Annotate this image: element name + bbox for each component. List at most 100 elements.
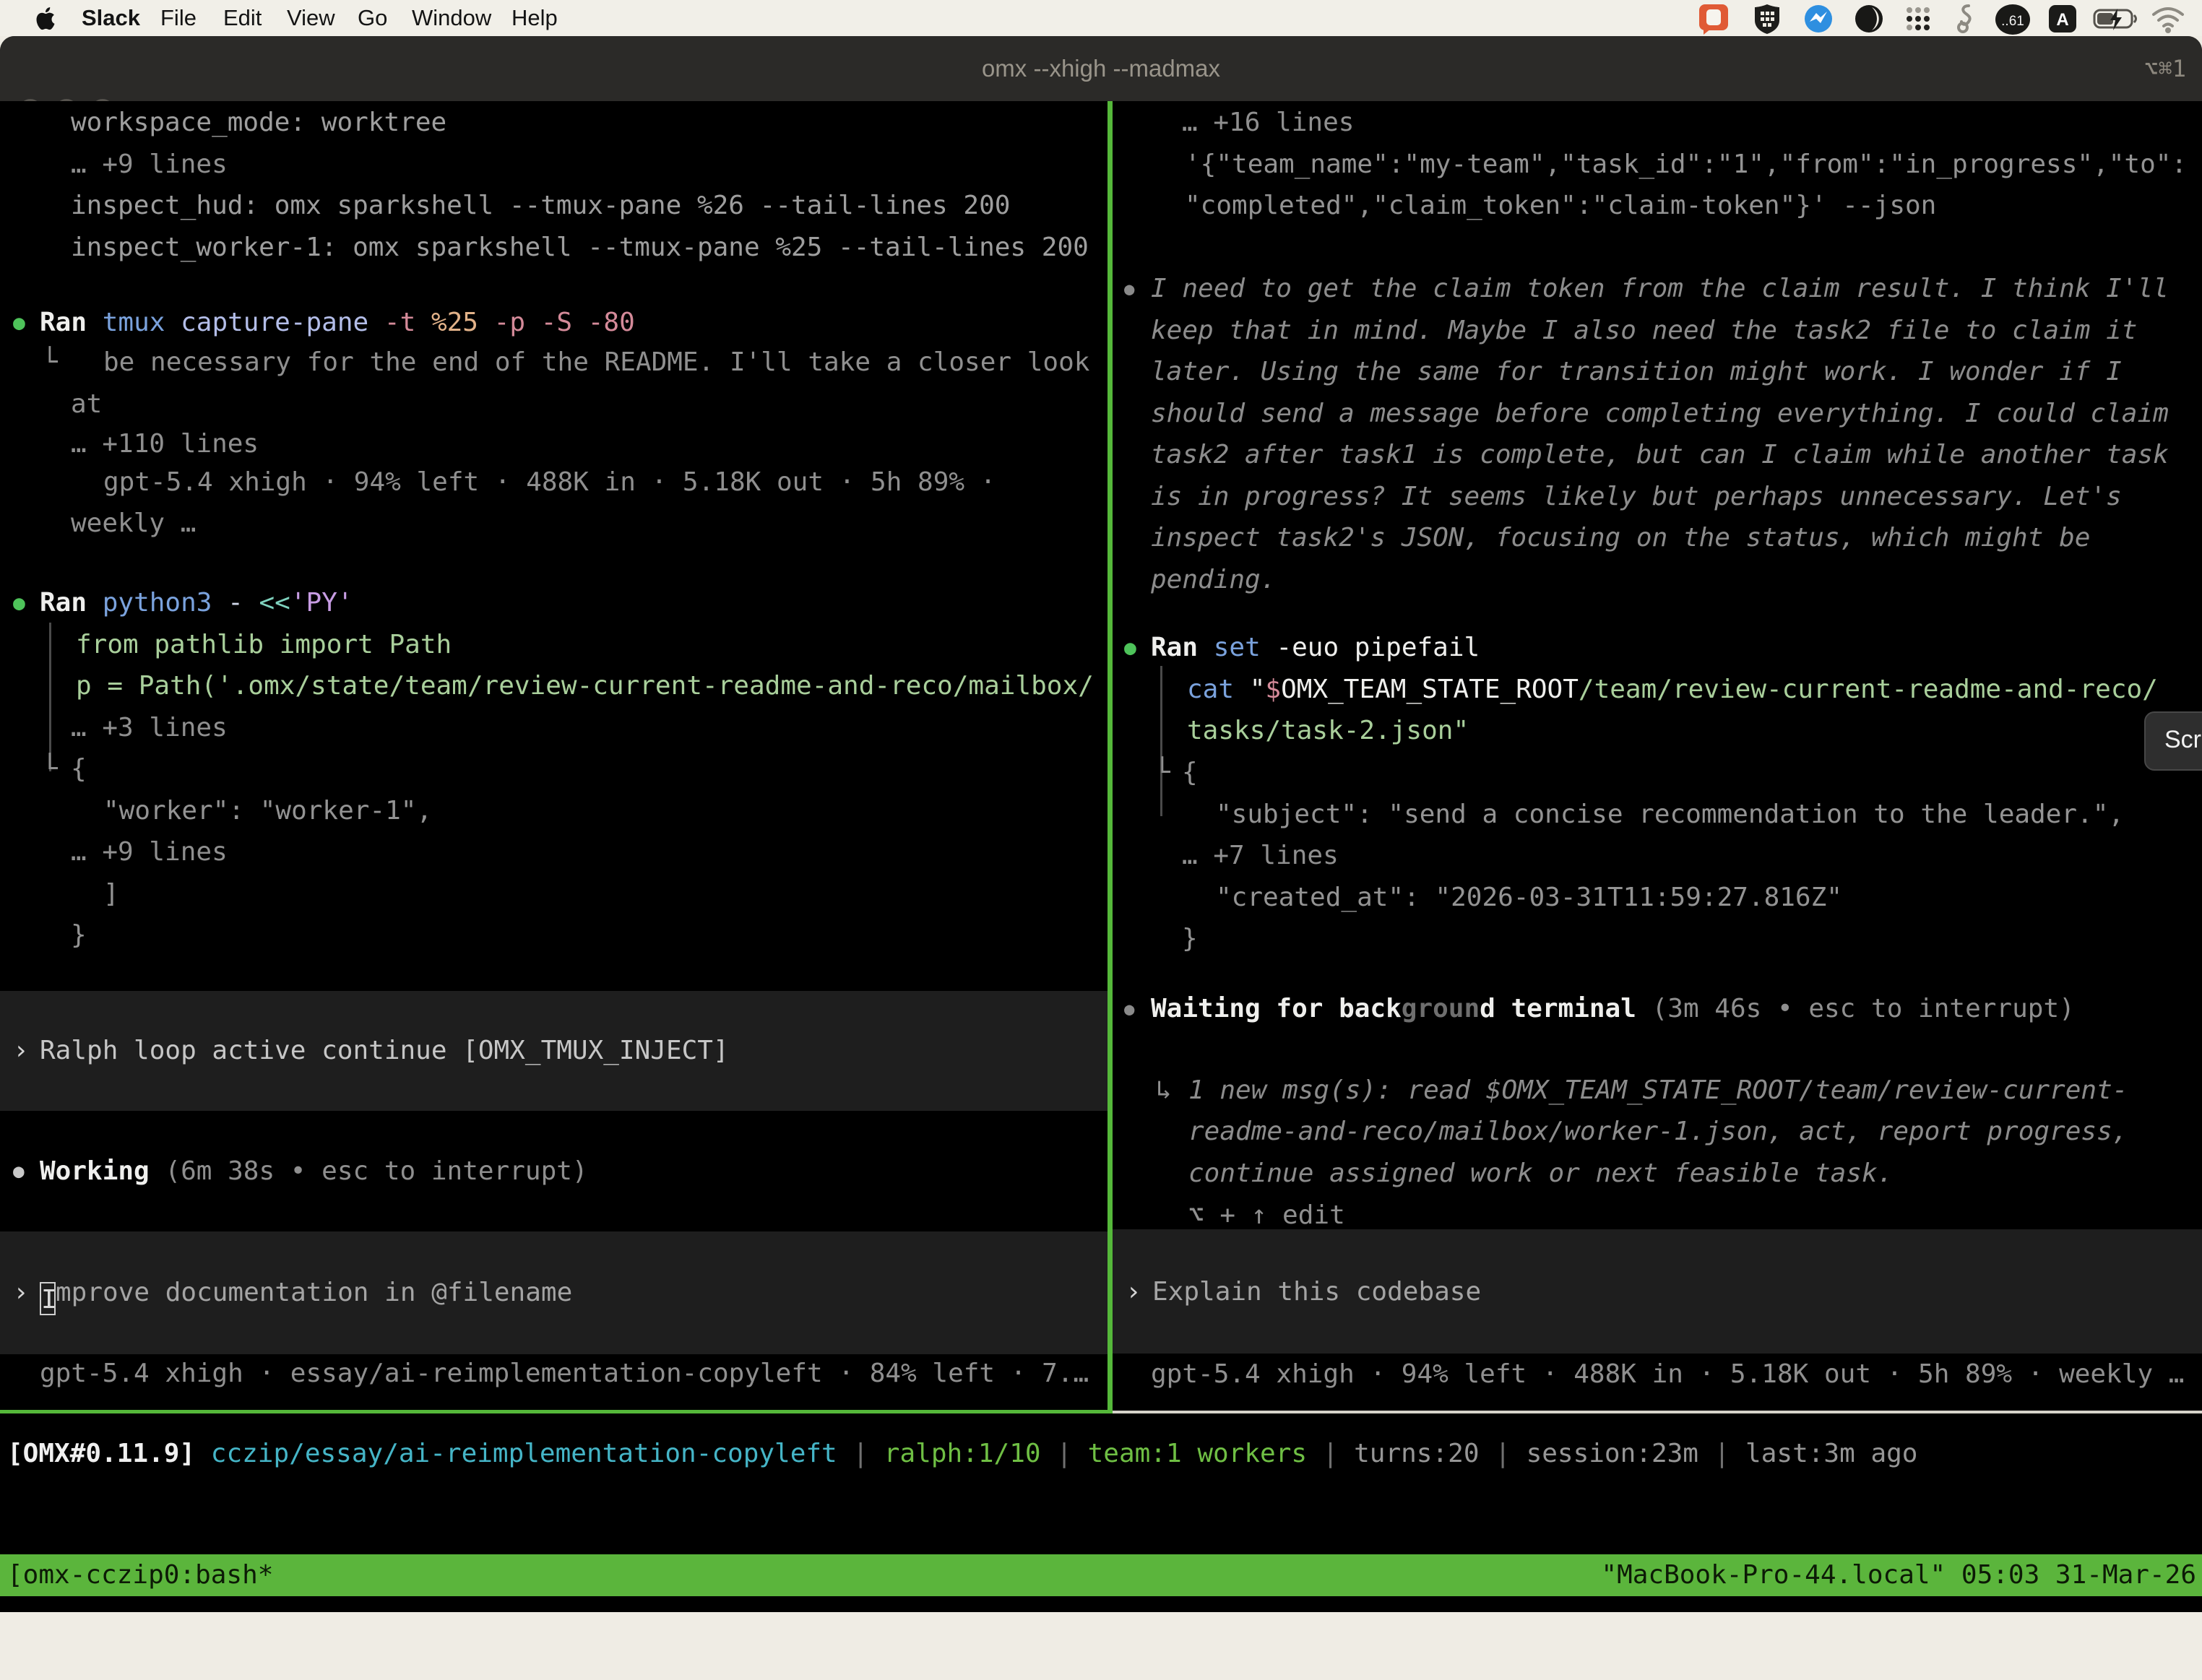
ran-tmux-line: ●Ran tmux capture-pane -t %25 -p -S -80 bbox=[0, 302, 1108, 344]
menu-bar: Slack File Edit View Go Window Help ..61… bbox=[0, 0, 2202, 36]
mailbox-msg-line: continue assigned work or next feasible … bbox=[1113, 1153, 2202, 1195]
status-bullet-icon: ● bbox=[13, 1151, 25, 1192]
run-bullet-icon: ● bbox=[13, 582, 25, 624]
code-line: tasks/task-2.json" bbox=[1113, 710, 2202, 752]
keyboard-a-icon[interactable]: A bbox=[2047, 3, 2078, 38]
screenshot-app-icon[interactable] bbox=[1698, 3, 1730, 38]
prompt-chevron: › bbox=[1126, 1271, 1141, 1313]
gauge-61-icon[interactable]: ..61 bbox=[1994, 3, 2032, 39]
pane-border-bottom-left bbox=[0, 1410, 1113, 1413]
terminal-line: "worker": "worker-1", bbox=[0, 790, 1108, 832]
terminal-line: inspect_hud: omx sparkshell --tmux-pane … bbox=[0, 185, 1108, 227]
hud-team: team:1 workers bbox=[1088, 1439, 1307, 1468]
omx-version: [OMX#0.11.9] bbox=[7, 1439, 195, 1468]
prompt-chevron: › bbox=[13, 1272, 29, 1314]
terminal-line: inspect_worker-1: omx sparkshell --tmux-… bbox=[0, 227, 1108, 269]
menu-go[interactable]: Go bbox=[358, 0, 387, 36]
hud-turns: turns:20 bbox=[1354, 1439, 1479, 1468]
terminal-line: } bbox=[0, 914, 1108, 956]
menu-help[interactable]: Help bbox=[511, 0, 558, 36]
code-line: cat "$OMX_TEAM_STATE_ROOT/team/review-cu… bbox=[1113, 669, 2202, 711]
window-title: omx --xhigh --madmax bbox=[0, 36, 2202, 101]
hud-session: session:23m bbox=[1527, 1439, 1698, 1468]
terminal-line: … +3 lines bbox=[0, 707, 1108, 749]
model-status-line: gpt-5.4 xhigh · 94% left · 488K in · 5.1… bbox=[1113, 1354, 2202, 1395]
corner-glyph: └ bbox=[42, 748, 58, 790]
composer-input-right[interactable]: ›Explain this codebase bbox=[1113, 1229, 2202, 1354]
hud-project-path: cczip/essay/ai-reimplementation-copyleft bbox=[211, 1439, 837, 1468]
terminal-line: └be necessary for the end of the README.… bbox=[0, 342, 1108, 384]
tmux-pane-left[interactable]: workspace_mode: worktree … +9 lines insp… bbox=[0, 101, 1108, 1412]
hud-ralph: ralph:1/10 bbox=[884, 1439, 1041, 1468]
menu-app-name[interactable]: Slack bbox=[82, 0, 140, 36]
squiggle-icon[interactable] bbox=[1953, 3, 1979, 38]
messenger-bolt-icon[interactable] bbox=[1802, 3, 1834, 38]
menu-file[interactable]: File bbox=[160, 0, 197, 36]
thinking-line: inspect task2's JSON, focusing on the st… bbox=[1113, 517, 2202, 559]
ran-python-line: ●Ran python3 - <<'PY' bbox=[0, 582, 1108, 624]
terminal-line: '{"team_name":"my-team","task_id":"1","f… bbox=[1113, 144, 2202, 186]
wifi-icon[interactable] bbox=[2149, 3, 2187, 38]
status-bullet-icon: ● bbox=[1124, 988, 1134, 1030]
screen-tooltip: Scre bbox=[2144, 711, 2202, 771]
thinking-line: is in progress? It seems likely but perh… bbox=[1113, 476, 2202, 518]
inject-banner: ›Ralph loop active continue [OMX_TMUX_IN… bbox=[0, 991, 1108, 1111]
terminal-line: "completed","claim_token":"claim-token"}… bbox=[1113, 185, 2202, 227]
menu-edit[interactable]: Edit bbox=[223, 0, 262, 36]
terminal-line: at bbox=[0, 384, 1108, 425]
thinking-line: should send a message before completing … bbox=[1113, 393, 2202, 435]
pane-border-bottom-right bbox=[1113, 1411, 2202, 1413]
terminal-line: "subject": "send a concise recommendatio… bbox=[1113, 794, 2202, 836]
terminal-line: … +9 lines bbox=[0, 831, 1108, 873]
apple-logo-icon[interactable] bbox=[36, 7, 58, 34]
waiting-status-line: ●Waiting for background terminal (3m 46s… bbox=[1113, 988, 2202, 1030]
text-cursor: I bbox=[40, 1282, 56, 1315]
prompt-chevron: › bbox=[13, 1030, 29, 1072]
terminal-line: … +16 lines bbox=[1113, 102, 2202, 144]
crescent-icon[interactable] bbox=[1853, 3, 1885, 38]
tmux-status-bar: [omx-cczip0:bash* "MacBook-Pro-44.local"… bbox=[0, 1554, 2202, 1596]
gauge-label: ..61 bbox=[2001, 14, 2024, 29]
composer-input-left[interactable]: ›Improve documentation in @filename bbox=[0, 1231, 1108, 1354]
corner-glyph: └ bbox=[42, 342, 58, 384]
corner-glyph: └ bbox=[1154, 752, 1170, 794]
thinking-line: pending. bbox=[1113, 559, 2202, 601]
menu-window[interactable]: Window bbox=[412, 0, 491, 36]
thinking-line: ●I need to get the claim token from the … bbox=[1113, 268, 2202, 310]
omx-hud-status-line: [OMX#0.11.9] cczip/essay/ai-reimplementa… bbox=[7, 1433, 1917, 1475]
dots-grid-icon[interactable] bbox=[1902, 3, 1934, 38]
terminal-line: … +7 lines bbox=[1113, 835, 2202, 877]
thinking-line: keep that in mind. Maybe I also need the… bbox=[1113, 310, 2202, 352]
code-line: p = Path('.omx/state/team/review-current… bbox=[0, 665, 1108, 707]
terminal-line: … +9 lines bbox=[0, 144, 1108, 186]
battery-icon[interactable] bbox=[2091, 3, 2142, 38]
terminal-line: gpt-5.4 xhigh · 94% left · 488K in · 5.1… bbox=[0, 462, 1108, 503]
terminal-line: … +110 lines bbox=[0, 423, 1108, 465]
terminal-line: "created_at": "2026-03-31T11:59:27.816Z" bbox=[1113, 877, 2202, 919]
window-shortcut-badge: ⌥⌘1 bbox=[2144, 36, 2186, 101]
terminal-line: } bbox=[1113, 918, 2202, 960]
shield-grid-icon[interactable] bbox=[1752, 3, 1782, 38]
run-bullet-icon: ● bbox=[1124, 627, 1136, 669]
terminal-line: ] bbox=[0, 873, 1108, 915]
terminal-line: weekly … bbox=[0, 503, 1108, 545]
hud-last: last:3m ago bbox=[1745, 1439, 1917, 1468]
thinking-bullet-icon: ● bbox=[1124, 268, 1134, 310]
working-status-line: ●Working (6m 38s • esc to interrupt) bbox=[0, 1151, 1108, 1192]
tmux-host-datetime: "MacBook-Pro-44.local" 05:03 31-Mar-26 bbox=[1601, 1554, 2196, 1596]
terminal-line: └{ bbox=[0, 748, 1108, 790]
terminal-line: workspace_mode: worktree bbox=[0, 102, 1108, 144]
menu-view[interactable]: View bbox=[287, 0, 335, 36]
arrow-glyph: ↳ bbox=[1156, 1070, 1172, 1112]
terminal-line: └{ bbox=[1113, 752, 2202, 794]
mailbox-msg-line: ↳1 new msg(s): read $OMX_TEAM_STATE_ROOT… bbox=[1113, 1070, 2202, 1112]
tmux-pane-right[interactable]: … +16 lines '{"team_name":"my-team","tas… bbox=[1113, 101, 2202, 1412]
run-bullet-icon: ● bbox=[13, 302, 25, 344]
model-status-line: gpt-5.4 xhigh · essay/ai-reimplementatio… bbox=[0, 1353, 1108, 1395]
tmux-session-label: [omx-cczip0:bash* bbox=[7, 1554, 273, 1596]
ran-set-line: ●Ran set -euo pipefail bbox=[1113, 627, 2202, 669]
pane-divider-vertical[interactable] bbox=[1108, 101, 1113, 1412]
thinking-line: later. Using the same for transition mig… bbox=[1113, 351, 2202, 393]
thinking-line: task2 after task1 is complete, but can I… bbox=[1113, 434, 2202, 476]
mailbox-msg-line: readme-and-reco/mailbox/worker-1.json, a… bbox=[1113, 1111, 2202, 1153]
